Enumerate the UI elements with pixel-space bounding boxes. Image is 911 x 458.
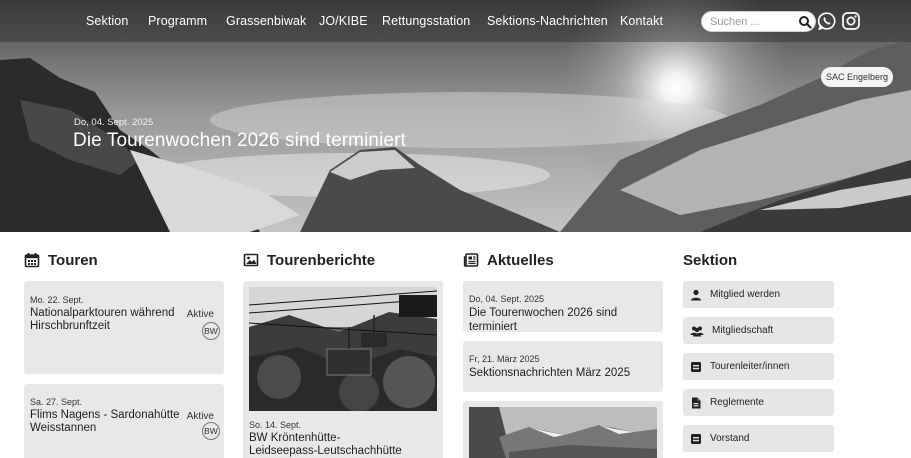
nav-item-kontakt[interactable]: Kontakt — [620, 14, 663, 28]
tour-date: Sa. 27. Sept. — [30, 397, 83, 407]
news-date: Fr, 21. März 2025 — [469, 354, 540, 364]
aktuelles-heading: Aktuelles — [463, 250, 554, 270]
mitglied-werden-button[interactable]: Mitglied werden — [683, 281, 834, 308]
tourenberichte-heading-text: Tourenberichte — [267, 251, 376, 269]
nav-item-sektion[interactable]: Sektion — [86, 14, 128, 28]
tour-badge: BW — [202, 422, 220, 440]
instagram-icon[interactable] — [841, 11, 861, 31]
mitgliedschaft-label: Mitgliedschaft — [712, 325, 774, 336]
news-title: Sektionsnachrichten März 2025 — [469, 367, 631, 379]
calendar-icon — [24, 253, 40, 268]
badge-icon — [691, 361, 701, 372]
sektion-heading-text: Sektion — [683, 251, 738, 269]
hero-title[interactable]: Die Tourenwochen 2026 sind terminiert — [73, 130, 406, 152]
newspaper-icon — [463, 253, 479, 267]
news-card[interactable] — [463, 401, 663, 458]
mitglied-werden-label: Mitglied werden — [710, 289, 781, 300]
nav-item-jo-kibe[interactable]: JO/KIBE — [319, 14, 368, 28]
sektion-heading: Sektion — [683, 250, 737, 270]
news-card[interactable]: Fr, 21. März 2025 Sektionsnachrichten Mä… — [463, 341, 663, 392]
main-navigation: Sektion Programm Grassenbiwak JO/KIBE Re… — [0, 0, 911, 42]
hero-banner[interactable]: Sektion Programm Grassenbiwak JO/KIBE Re… — [0, 0, 911, 232]
hero-date: Do, 04. Sept. 2025 — [74, 117, 154, 128]
news-date: Do, 04. Sept. 2025 — [469, 294, 545, 304]
reglemente-button[interactable]: Reglemente — [683, 389, 834, 416]
tour-card[interactable]: Mo. 22. Sept. Nationalparktouren während… — [24, 281, 224, 374]
aktuelles-heading-text: Aktuelles — [487, 251, 554, 269]
nav-item-grassenbiwak[interactable]: Grassenbiwak — [226, 14, 306, 28]
tour-badge: BW — [202, 322, 220, 340]
user-icon — [691, 289, 701, 300]
mitgliedschaft-button[interactable]: Mitgliedschaft — [683, 317, 834, 344]
tourenbericht-title-line1: BW Kröntenhütte- — [249, 432, 341, 444]
users-icon — [690, 326, 704, 336]
image-icon — [243, 253, 259, 267]
tourenleiter-label: Tourenleiter/innen — [710, 361, 790, 372]
nav-item-sektions-nachrichten[interactable]: Sektions-Nachrichten — [487, 14, 608, 28]
tourenbericht-title-line2: Leidseepass-Leutschachhütte — [249, 445, 402, 457]
search-box — [701, 11, 816, 32]
tour-title-line1: Flims Nagens - Sardonahütte — [30, 409, 180, 421]
search-input[interactable] — [710, 14, 792, 30]
search-icon[interactable] — [798, 15, 812, 29]
news-photo — [469, 407, 657, 458]
document-icon — [692, 397, 701, 408]
vorstand-label: Vorstand — [710, 433, 750, 444]
tour-title-line1: Nationalparktouren während — [30, 307, 175, 319]
nav-item-programm[interactable]: Programm — [148, 14, 207, 28]
tour-date: Mo. 22. Sept. — [30, 295, 84, 305]
touren-heading: Touren — [24, 250, 98, 270]
logo-alt-text: SAC Engelberg — [825, 72, 889, 82]
tourenbericht-date: So. 14. Sept. — [249, 420, 302, 430]
news-card[interactable]: Do, 04. Sept. 2025 Die Tourenwochen 2026… — [463, 281, 663, 333]
sac-engelberg-logo[interactable]: SAC Engelberg — [821, 67, 893, 87]
tourenleiter-button[interactable]: Tourenleiter/innen — [683, 353, 834, 380]
touren-heading-text: Touren — [48, 251, 98, 269]
tour-title-line2: Weisstannen — [30, 422, 97, 434]
tourenberichte-heading: Tourenberichte — [243, 250, 375, 270]
tourenbericht-card[interactable]: So. 14. Sept. BW Kröntenhütte- Leidseepa… — [243, 281, 443, 458]
vorstand-button[interactable]: Vorstand — [683, 425, 834, 452]
tour-title-line2: Hirschbrunftzeit — [30, 320, 110, 332]
tour-card[interactable]: Sa. 27. Sept. Flims Nagens - Sardonahütt… — [24, 384, 224, 458]
badge-icon — [691, 433, 701, 444]
tour-category: Aktive — [186, 411, 214, 422]
tourenbericht-photo — [249, 287, 437, 411]
tour-category: Aktive — [186, 309, 214, 320]
reglemente-label: Reglemente — [710, 397, 764, 408]
nav-item-rettungsstation[interactable]: Rettungsstation — [382, 14, 470, 28]
whatsapp-icon[interactable] — [817, 11, 837, 31]
news-title: Die Tourenwochen 2026 sind terminiert — [469, 307, 618, 333]
